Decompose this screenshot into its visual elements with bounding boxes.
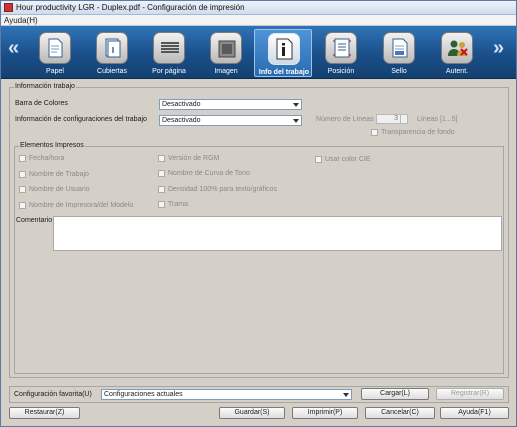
job-info-group: Información trabajo Barra de Colores Des… bbox=[9, 83, 509, 378]
save-button[interactable]: Guardar(S) bbox=[219, 407, 285, 419]
printed-elements-title: Elementos Impresos bbox=[19, 142, 85, 149]
tab-sello[interactable]: Sello bbox=[370, 29, 428, 77]
comment-label: Comentario bbox=[16, 217, 53, 224]
favorites-select[interactable]: Configuraciones actuales bbox=[101, 389, 352, 400]
per-page-icon bbox=[153, 32, 185, 64]
favorites-label: Configuración favorita(U) bbox=[14, 391, 92, 398]
print-settings-window: Hour productivity LGR - Duplex.pdf - Con… bbox=[0, 0, 517, 427]
lines-label: Número de Líneas bbox=[316, 116, 374, 123]
help-button[interactable]: Ayuda(F1) bbox=[440, 407, 509, 419]
printer-model-checkbox[interactable] bbox=[19, 202, 26, 209]
restore-button[interactable]: Restaurar(Z) bbox=[9, 407, 80, 419]
screen-label: Trama bbox=[168, 201, 188, 208]
lines-value: 3 bbox=[394, 115, 398, 122]
screen-checkbox[interactable] bbox=[158, 201, 165, 208]
printed-elements-group: Elementos Impresos Fecha/hora Nombre de … bbox=[14, 142, 504, 374]
tab-label: Papel bbox=[46, 68, 64, 75]
datetime-checkbox[interactable] bbox=[19, 155, 26, 162]
user-name-checkbox[interactable] bbox=[19, 186, 26, 193]
lines-stepper[interactable]: 3 bbox=[376, 114, 408, 124]
chevron-down-icon bbox=[293, 103, 299, 107]
rgm-version-checkbox[interactable] bbox=[158, 155, 165, 162]
cie-color-label: Usar color CIE bbox=[325, 156, 371, 163]
tab-label: Autent. bbox=[445, 68, 469, 75]
cancel-button[interactable]: Cancelar(C) bbox=[365, 407, 435, 419]
job-config-select[interactable]: Desactivado bbox=[159, 115, 302, 126]
tone-curve-checkbox[interactable] bbox=[158, 170, 165, 177]
stamp-icon bbox=[383, 32, 415, 64]
job-config-value: Desactivado bbox=[162, 117, 201, 124]
tab-posicion[interactable]: Posición bbox=[312, 29, 370, 77]
authentication-icon bbox=[441, 32, 473, 64]
chevron-down-icon bbox=[293, 119, 299, 123]
category-ribbon: « Papel Cubiertas Por página Imagen Info… bbox=[1, 26, 516, 79]
load-button[interactable]: Cargar(L) bbox=[361, 388, 429, 400]
tab-papel[interactable]: Papel bbox=[26, 29, 84, 77]
scroll-left-icon[interactable]: « bbox=[8, 38, 19, 58]
favorites-value: Configuraciones actuales bbox=[104, 391, 183, 398]
app-icon bbox=[4, 3, 13, 12]
job-config-label: Información de configuraciones del traba… bbox=[15, 116, 147, 123]
tab-label: Imagen bbox=[214, 68, 238, 75]
cie-color-checkbox[interactable] bbox=[315, 156, 322, 163]
job-info-panel: Información trabajo Barra de Colores Des… bbox=[9, 81, 509, 382]
paper-icon bbox=[39, 32, 71, 64]
print-button[interactable]: Imprimir(P) bbox=[292, 407, 358, 419]
transparency-checkbox[interactable] bbox=[371, 129, 378, 136]
color-bar-label: Barra de Colores bbox=[15, 100, 68, 107]
printer-model-label: Nombre de Impresora/del Modelo bbox=[29, 202, 134, 209]
lines-range-label: Líneas [1...5] bbox=[417, 116, 458, 123]
chevron-down-icon bbox=[343, 393, 349, 397]
covers-icon bbox=[96, 32, 128, 64]
job-name-label: Nombre de Trabajo bbox=[29, 171, 89, 178]
rgm-version-label: Versión de RGM bbox=[168, 155, 220, 162]
tab-label: Sello bbox=[391, 68, 407, 75]
density-label: Densidad 100% para texto/gráficos bbox=[168, 186, 277, 193]
stepper-down-icon[interactable] bbox=[400, 119, 407, 123]
comment-textarea[interactable] bbox=[53, 216, 502, 251]
tab-info-del-trabajo[interactable]: Info del trabajo bbox=[254, 29, 312, 77]
register-button[interactable]: Registrar(R) bbox=[436, 388, 504, 400]
datetime-label: Fecha/hora bbox=[29, 155, 65, 162]
tone-curve-label: Nombre de Curva de Tono bbox=[168, 170, 250, 177]
favorites-bar: Configuración favorita(U) Configuracione… bbox=[9, 386, 509, 403]
scroll-right-icon[interactable]: » bbox=[493, 38, 504, 58]
tab-label: Posición bbox=[327, 68, 355, 75]
tab-autent[interactable]: Autent. bbox=[428, 29, 486, 77]
tab-imagen[interactable]: Imagen bbox=[197, 29, 255, 77]
job-info-icon bbox=[268, 33, 300, 65]
image-icon bbox=[210, 32, 242, 64]
tab-cubiertas[interactable]: Cubiertas bbox=[83, 29, 141, 77]
tab-label: Cubiertas bbox=[97, 68, 127, 75]
tab-label: Por página bbox=[152, 68, 186, 75]
user-name-label: Nombre de Usuario bbox=[29, 186, 90, 193]
title-bar: Hour productivity LGR - Duplex.pdf - Con… bbox=[1, 1, 516, 15]
transparency-label: Transparencia de fondo bbox=[381, 129, 455, 136]
job-info-group-title: Información trabajo bbox=[14, 83, 76, 90]
menu-bar: Ayuda(H) bbox=[1, 15, 516, 26]
menu-help[interactable]: Ayuda(H) bbox=[4, 16, 38, 25]
color-bar-value: Desactivado bbox=[162, 101, 201, 108]
tab-por-pagina[interactable]: Por página bbox=[140, 29, 198, 77]
window-title: Hour productivity LGR - Duplex.pdf - Con… bbox=[16, 3, 245, 12]
tab-label: Info del trabajo bbox=[258, 69, 310, 76]
position-icon bbox=[325, 32, 357, 64]
density-checkbox[interactable] bbox=[158, 186, 165, 193]
color-bar-select[interactable]: Desactivado bbox=[159, 99, 302, 110]
job-name-checkbox[interactable] bbox=[19, 171, 26, 178]
